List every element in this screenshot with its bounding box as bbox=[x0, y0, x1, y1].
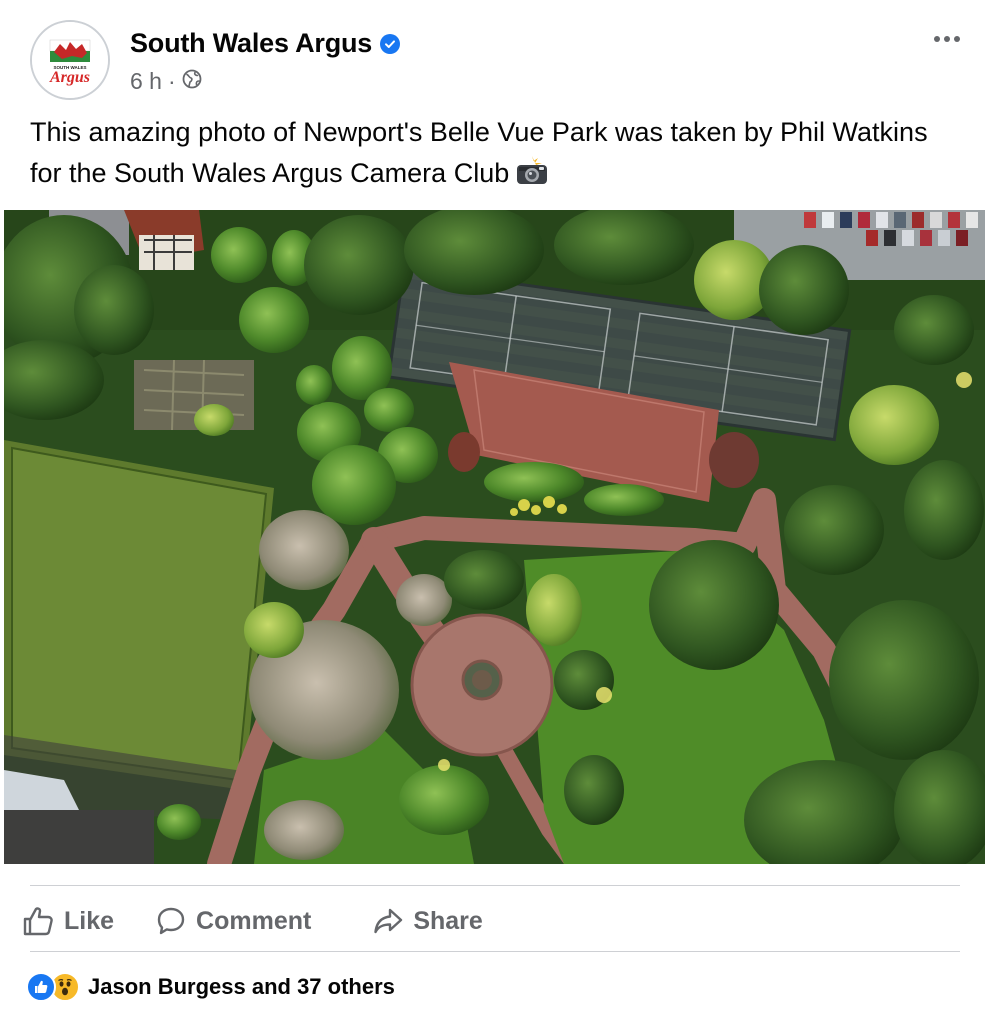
reaction-icons bbox=[26, 972, 80, 1002]
meta-separator: · bbox=[167, 68, 176, 94]
action-bar: Like Comment Share bbox=[22, 896, 962, 946]
post-meta: 6 h · bbox=[130, 68, 202, 95]
facebook-post-card: SOUTH WALES Argus South Wales Argus 6 h … bbox=[0, 0, 989, 1024]
verified-badge-icon bbox=[380, 33, 401, 54]
more-options-button[interactable] bbox=[927, 24, 967, 54]
caption-text: This amazing photo of Newport's Belle Vu… bbox=[30, 117, 928, 188]
reactions-summary[interactable]: Jason Burgess and 37 others bbox=[26, 972, 395, 1002]
share-label: Share bbox=[413, 906, 483, 935]
action-bar-bottom-divider bbox=[30, 951, 960, 952]
globe-icon[interactable] bbox=[182, 68, 202, 95]
post-photo[interactable] bbox=[4, 210, 985, 864]
more-dot bbox=[954, 36, 960, 42]
post-timestamp[interactable]: 6 h bbox=[130, 68, 162, 95]
page-avatar[interactable]: SOUTH WALES Argus bbox=[30, 20, 110, 100]
thumbs-up-icon bbox=[22, 906, 54, 936]
post-caption: This amazing photo of Newport's Belle Vu… bbox=[30, 112, 950, 198]
argus-logo: SOUTH WALES Argus bbox=[32, 22, 108, 98]
logo-main-text: Argus bbox=[49, 69, 90, 86]
comment-icon bbox=[156, 906, 186, 936]
reactions-summary-text: Jason Burgess and 37 others bbox=[88, 974, 395, 999]
like-label: Like bbox=[64, 906, 115, 935]
page-name-link[interactable]: South Wales Argus bbox=[130, 28, 372, 59]
like-reaction-icon bbox=[26, 972, 56, 1002]
aerial-park-image bbox=[4, 210, 985, 864]
more-dot bbox=[944, 36, 950, 42]
comment-button[interactable]: Comment bbox=[156, 906, 311, 936]
share-icon bbox=[373, 907, 403, 935]
page-name-row: South Wales Argus bbox=[130, 28, 401, 59]
more-dot bbox=[934, 36, 940, 42]
camera-flash-icon bbox=[515, 156, 549, 198]
like-button[interactable]: Like bbox=[22, 906, 114, 936]
comment-label: Comment bbox=[196, 906, 312, 935]
share-button[interactable]: Share bbox=[373, 906, 483, 936]
action-bar-top-divider bbox=[30, 885, 960, 886]
